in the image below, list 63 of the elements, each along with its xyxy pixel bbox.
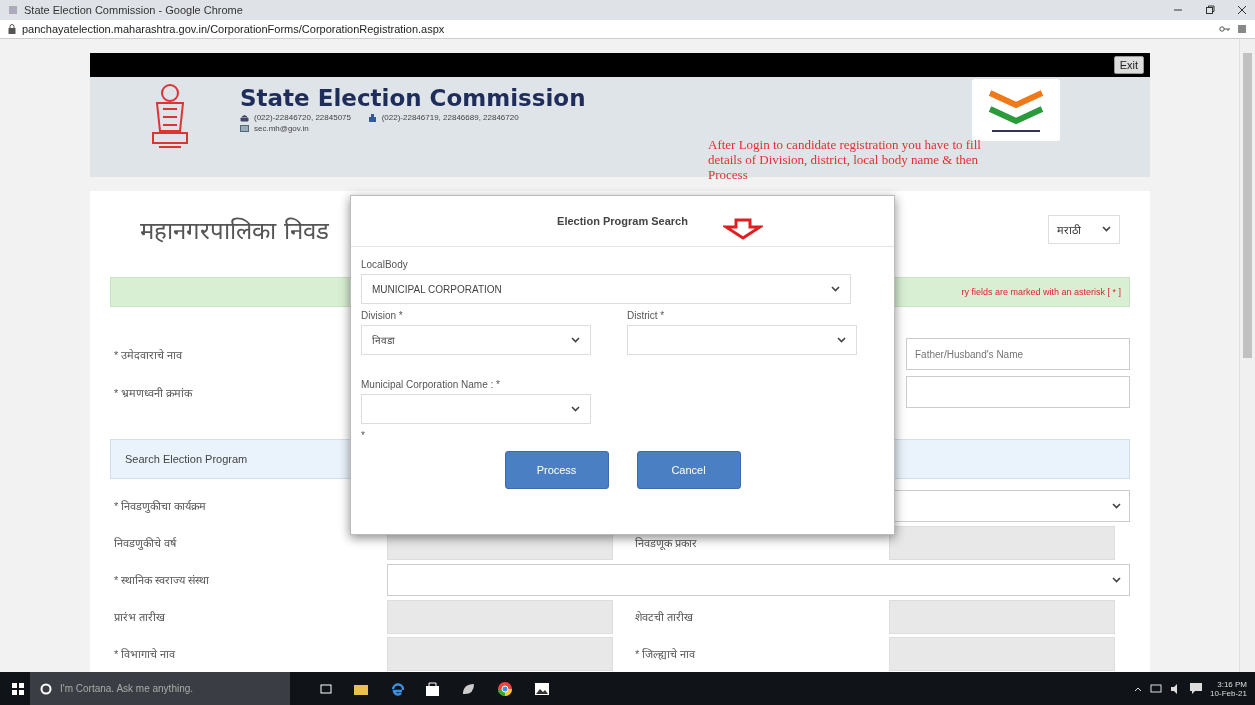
field-label: * निवडणुकीचा कार्यक्रम — [113, 499, 208, 513]
field-label: Municipal Corporation Name : * — [361, 379, 501, 390]
select-field[interactable] — [387, 563, 1130, 596]
phone-numbers: (022)-22846720, 22845075 — [254, 113, 351, 123]
chrome-browser-icon[interactable] — [497, 680, 513, 697]
field-label: * जिल्ह्याचे नाव — [634, 647, 697, 661]
store-bag-icon[interactable] — [426, 681, 439, 696]
fax-numbers: (022)-22846719, 22846689, 22846720 — [381, 113, 519, 123]
asterisk-text: * — [361, 430, 366, 441]
site-title: State Election Commission — [240, 85, 586, 112]
division-select[interactable]: निवडा — [361, 325, 591, 355]
exit-button[interactable]: Exit — [1113, 56, 1144, 75]
restore-icon[interactable] — [1205, 5, 1215, 15]
search-field[interactable]: I'm Cortana. Ask me anything. — [30, 672, 290, 705]
url-text[interactable]: panchayatelection.maharashtra.gov.in/CorporationForms/CorporationRegistration.aspx — [22, 23, 445, 35]
folder-icon[interactable] — [354, 682, 368, 695]
email-address[interactable]: sec.mh@gov.in — [254, 124, 309, 134]
localbody-select[interactable]: MUNICIPAL CORPORATION — [361, 274, 851, 304]
caret-icon — [1112, 502, 1121, 509]
window-title: State Election Commission - Google Chrome — [24, 4, 243, 16]
field-label: * उमेदवाराचे नाव — [113, 347, 184, 362]
caret-up-icon[interactable] — [1134, 685, 1143, 692]
edge-browser-icon[interactable] — [390, 681, 404, 696]
leaf-icon[interactable] — [461, 681, 475, 696]
caret-icon — [571, 337, 580, 343]
email-icon — [240, 125, 249, 133]
field-label: निवडणूक प्रकार — [634, 536, 699, 550]
field-label: * स्थानिक स्वराज्य संस्था — [113, 573, 211, 587]
lock-icon — [8, 24, 16, 34]
field-label: Division * — [361, 310, 404, 321]
input-field[interactable] — [906, 376, 1130, 408]
caret-icon — [1102, 226, 1111, 232]
arrow-icon — [723, 218, 763, 240]
page-icon — [8, 5, 18, 15]
field-label: शेवटची तारीख — [634, 610, 695, 624]
extension-icon[interactable] — [1237, 24, 1247, 34]
photos-icon[interactable] — [535, 682, 549, 695]
task-view-icon[interactable] — [320, 683, 332, 694]
field-label: निवडणुकीचे वर्ष — [113, 536, 178, 550]
clock-time: 3:16 PM — [1217, 679, 1247, 689]
caret-icon — [571, 406, 580, 412]
dialog-button[interactable]: Process — [504, 451, 609, 489]
field-label: प्रारंभ तारीख — [113, 610, 167, 624]
caret-icon — [837, 337, 846, 343]
field-label: District * — [627, 310, 666, 321]
caret-icon — [831, 286, 840, 292]
dialog-button[interactable]: Cancel — [636, 451, 741, 489]
clock-date: 10-Feb-21 — [1210, 688, 1247, 698]
cortana-icon — [40, 682, 52, 695]
scrollbar[interactable] — [1239, 39, 1255, 672]
field-label: * विभागाचे नाव — [113, 647, 177, 661]
language-select[interactable]: मराठी — [1048, 214, 1120, 244]
field-label: LocalBody — [361, 259, 409, 270]
annotation-text: After Login to candidate registration you have to fill details of Division, district, local body name & then Process — [708, 137, 982, 183]
phone-icon — [240, 113, 249, 122]
windows-start-icon[interactable] — [12, 682, 24, 695]
key-icon[interactable] — [1219, 25, 1231, 33]
caret-icon — [1112, 576, 1121, 583]
form-heading: महानगरपालिका निवड — [140, 215, 329, 246]
dialog-title: Election Program Search — [557, 215, 688, 227]
notification-icon[interactable] — [1190, 683, 1203, 694]
close-icon[interactable] — [1237, 5, 1247, 15]
input-field[interactable]: Father/Husband's Name — [906, 338, 1130, 370]
